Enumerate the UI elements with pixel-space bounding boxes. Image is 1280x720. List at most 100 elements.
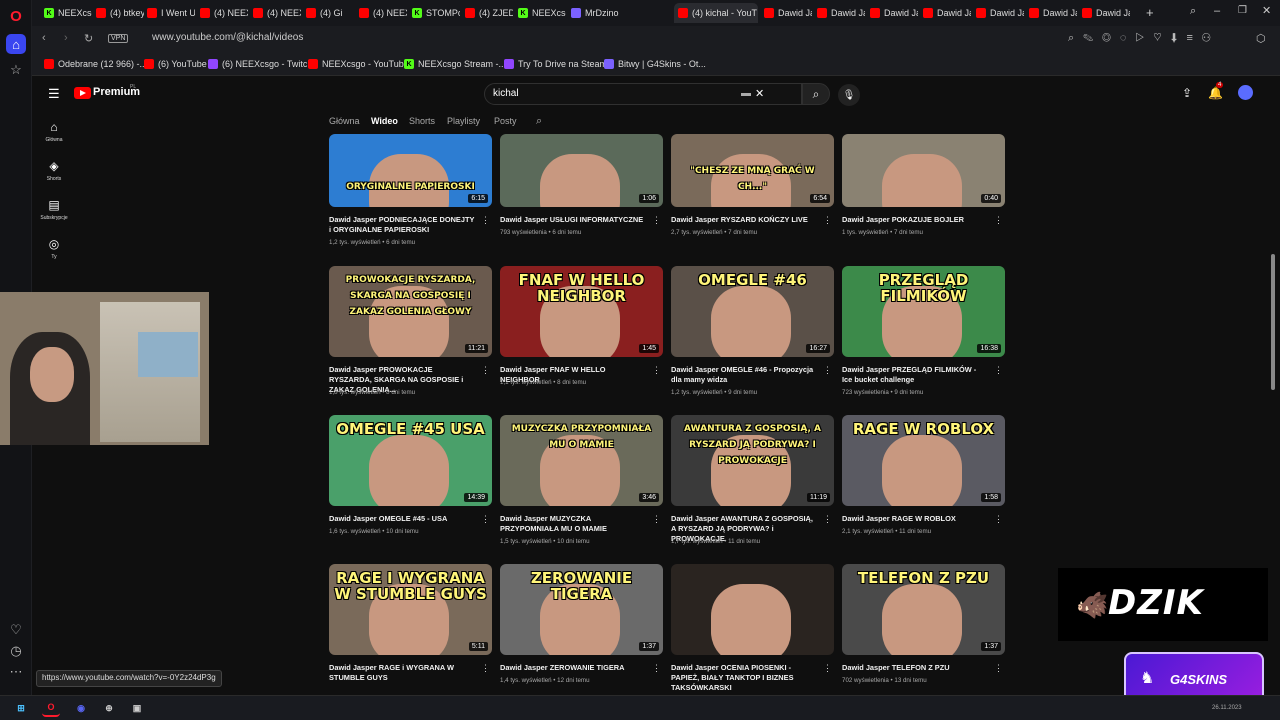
forward-icon[interactable]: ›: [64, 32, 68, 44]
search-box[interactable]: kichal ▬ ✕: [484, 83, 802, 105]
youtube-logo-icon[interactable]: [74, 87, 91, 99]
video-card[interactable]: AWANTURA Z GOSPOSIĄ, A RYSZARD JĄ PODRYW…: [671, 415, 834, 565]
video-thumbnail[interactable]: TELEFON Z PZU 1:37: [842, 564, 1005, 655]
video-title[interactable]: Dawid Jasper ZEROWANIE TIGERA: [500, 663, 646, 673]
video-thumbnail[interactable]: 1:06: [500, 134, 663, 207]
video-menu-icon[interactable]: ⋮: [652, 365, 661, 376]
menu-icon[interactable]: ☰: [48, 86, 60, 102]
video-thumbnail[interactable]: RAGE W ROBLOX 1:58: [842, 415, 1005, 506]
keyboard-icon[interactable]: ▬: [741, 88, 751, 99]
maximize-icon[interactable]: ❐: [1238, 5, 1247, 16]
video-thumbnail[interactable]: OMEGLE #45 USA 14:39: [329, 415, 492, 506]
video-card[interactable]: Dawid Jasper OCENIA PIOSENKI - PAPIEŻ, B…: [671, 564, 834, 714]
browser-tab[interactable]: I Went U: [143, 3, 195, 23]
browser-tab[interactable]: (4) ZJEDL: [461, 3, 513, 23]
video-title[interactable]: Dawid Jasper USŁUGI INFORMATYCZNE: [500, 215, 646, 225]
video-menu-icon[interactable]: ⋮: [994, 365, 1003, 376]
bookmark-item[interactable]: Odebrane (12 966) -...: [44, 59, 147, 69]
video-title[interactable]: Dawid Jasper PRZEGLĄD FILMIKÓW - Ice buc…: [842, 365, 988, 385]
video-card[interactable]: MUZYCZKA PRZYPOMNIAŁA MU O MAMIE 3:46 Dawi…: [500, 415, 663, 565]
video-card[interactable]: RAGE I WYGRANA W STUMBLE GUYS 5:11 Dawid J…: [329, 564, 492, 714]
video-thumbnail[interactable]: RAGE I WYGRANA W STUMBLE GUYS 5:11: [329, 564, 492, 655]
video-menu-icon[interactable]: ⋮: [994, 215, 1003, 226]
video-card[interactable]: RAGE W ROBLOX 1:58 Dawid Jasper RAGE W ROB…: [842, 415, 1005, 565]
opera-taskbar-icon[interactable]: O: [42, 699, 60, 717]
browser-tab[interactable]: Dawid Ja: [760, 3, 812, 23]
video-menu-icon[interactable]: ⋮: [823, 514, 832, 525]
video-thumbnail[interactable]: MUZYCZKA PRZYPOMNIAŁA MU O MAMIE 3:46: [500, 415, 663, 506]
browser-tab[interactable]: (4) NEEX: [249, 3, 301, 23]
video-title[interactable]: Dawid Jasper OCENIA PIOSENKI - PAPIEŻ, B…: [671, 663, 817, 693]
video-thumbnail[interactable]: ORYGINALNE PAPIEROSKI 6:15: [329, 134, 492, 207]
video-thumbnail[interactable]: ZEROWANIE TIGERA 1:37: [500, 564, 663, 655]
video-title[interactable]: Dawid Jasper TELEFON Z PZU: [842, 663, 988, 673]
video-card[interactable]: OMEGLE #45 USA 14:39 Dawid Jasper OMEGLE #…: [329, 415, 492, 565]
vpn-badge[interactable]: VPN: [108, 34, 129, 43]
opera-logo-icon[interactable]: O: [6, 6, 26, 26]
bookmark-item[interactable]: (6) YouTube: [144, 59, 207, 69]
guide-item[interactable]: ◈ Shorts: [36, 159, 72, 182]
browser-tab[interactable]: MrDzinol: [567, 3, 619, 23]
video-title[interactable]: Dawid Jasper PODNIECAJĄCE DONEJTY i ORYG…: [329, 215, 475, 235]
search-button[interactable]: ⌕: [802, 83, 830, 105]
voice-search-button[interactable]: 🎙: [838, 84, 860, 106]
extensions-icon[interactable]: ⬡: [1256, 32, 1266, 45]
video-menu-icon[interactable]: ⋮: [481, 365, 490, 376]
back-icon[interactable]: ‹: [42, 32, 46, 44]
video-title[interactable]: Dawid Jasper POKAZUJE BOJLER: [842, 215, 988, 225]
video-card[interactable]: ZEROWANIE TIGERA 1:37 Dawid Jasper ZEROWAN…: [500, 564, 663, 714]
browser-tab[interactable]: (4) kichal - YouT: [674, 3, 758, 23]
guide-item[interactable]: ◎ Ty: [36, 237, 72, 260]
app-taskbar-icon[interactable]: ▣: [128, 699, 146, 717]
minimize-icon[interactable]: –: [1214, 5, 1220, 17]
video-menu-icon[interactable]: ⋮: [823, 215, 832, 226]
video-thumbnail[interactable]: PRZEGLĄD FILMIKÓW 16:38: [842, 266, 1005, 357]
home-workspace-icon[interactable]: ⌂: [6, 34, 26, 54]
bookmark-item[interactable]: (6) NEEXcsgo - Twitch: [208, 59, 312, 69]
video-thumbnail[interactable]: "CHESZ ZE MNĄ GRAĆ W CH..." 6:54: [671, 134, 834, 207]
url-field[interactable]: www.youtube.com/@kichal/videos: [152, 32, 303, 43]
upload-icon[interactable]: ⇪: [1182, 86, 1192, 100]
bookmark-item[interactable]: NEEXcsgo - YouTube: [308, 59, 409, 69]
video-thumbnail[interactable]: AWANTURA Z GOSPOSIĄ, A RYSZARD JĄ PODRYW…: [671, 415, 834, 506]
search-input[interactable]: kichal: [493, 88, 519, 99]
browser-tab[interactable]: (4) btkey: [92, 3, 144, 23]
video-menu-icon[interactable]: ⋮: [481, 215, 490, 226]
video-menu-icon[interactable]: ⋮: [481, 514, 490, 525]
close-window-icon[interactable]: ✕: [1262, 4, 1271, 17]
notifications-icon[interactable]: 🔔: [1208, 86, 1223, 100]
browser-tab[interactable]: Dawid Ja: [1078, 3, 1130, 23]
video-card[interactable]: PROWOKACJE RYSZARDA, SKARGA NA GOSPOSIĘ …: [329, 266, 492, 416]
video-title[interactable]: Dawid Jasper RYSZARD KOŃCZY LIVE: [671, 215, 817, 225]
video-thumbnail[interactable]: 0:40: [842, 134, 1005, 207]
windows-start-icon[interactable]: ⊞: [12, 699, 30, 717]
history-icon[interactable]: ◷: [6, 641, 26, 661]
video-menu-icon[interactable]: ⋮: [823, 365, 832, 376]
video-menu-icon[interactable]: ⋮: [652, 514, 661, 525]
bookmark-item[interactable]: Try To Drive na Steam: [504, 59, 607, 69]
browser-tab[interactable]: (4) Gi: [302, 3, 354, 23]
video-title[interactable]: Dawid Jasper RAGE W ROBLOX: [842, 514, 988, 524]
browser-tab[interactable]: Dawid Ja: [972, 3, 1024, 23]
guide-item[interactable]: ▤ Subskrypcje: [36, 198, 72, 221]
browser-tab[interactable]: (4) NEEX: [355, 3, 407, 23]
video-menu-icon[interactable]: ⋮: [823, 663, 832, 674]
video-card[interactable]: ORYGINALNE PAPIEROSKI 6:15 Dawid Jasper PO…: [329, 116, 492, 266]
star-icon[interactable]: ☆: [6, 60, 26, 80]
bookmark-item[interactable]: Bitwy | G4Skins - Ot...: [604, 59, 706, 69]
video-card[interactable]: OMEGLE #46 16:27 Dawid Jasper OMEGLE #46 -…: [671, 266, 834, 416]
cs-taskbar-icon[interactable]: ⊕: [100, 699, 118, 717]
bookmark-item[interactable]: K NEEXcsgo Stream -...: [404, 59, 506, 69]
video-card[interactable]: 0:40 Dawid Jasper POKAZUJE BOJLER ⋮ 1 tys. …: [842, 116, 1005, 266]
browser-tab[interactable]: K STOMPcs: [408, 3, 460, 23]
video-thumbnail[interactable]: PROWOKACJE RYSZARDA, SKARGA NA GOSPOSIĘ …: [329, 266, 492, 357]
video-thumbnail[interactable]: FNAF W HELLO NEIGHBOR 1:45: [500, 266, 663, 357]
video-card[interactable]: "CHESZ ZE MNĄ GRAĆ W CH..." 6:54 Dawid Jas…: [671, 116, 834, 266]
video-card[interactable]: FNAF W HELLO NEIGHBOR 1:45 Dawid Jasper FN…: [500, 266, 663, 416]
browser-tab[interactable]: Dawid Ja: [866, 3, 918, 23]
avatar[interactable]: [1238, 85, 1253, 100]
heart-icon[interactable]: ♡: [6, 620, 26, 640]
clear-search-icon[interactable]: ✕: [755, 87, 764, 100]
browser-tab[interactable]: Dawid Ja: [919, 3, 971, 23]
video-title[interactable]: Dawid Jasper OMEGLE #46 - Propozycja dla…: [671, 365, 817, 385]
